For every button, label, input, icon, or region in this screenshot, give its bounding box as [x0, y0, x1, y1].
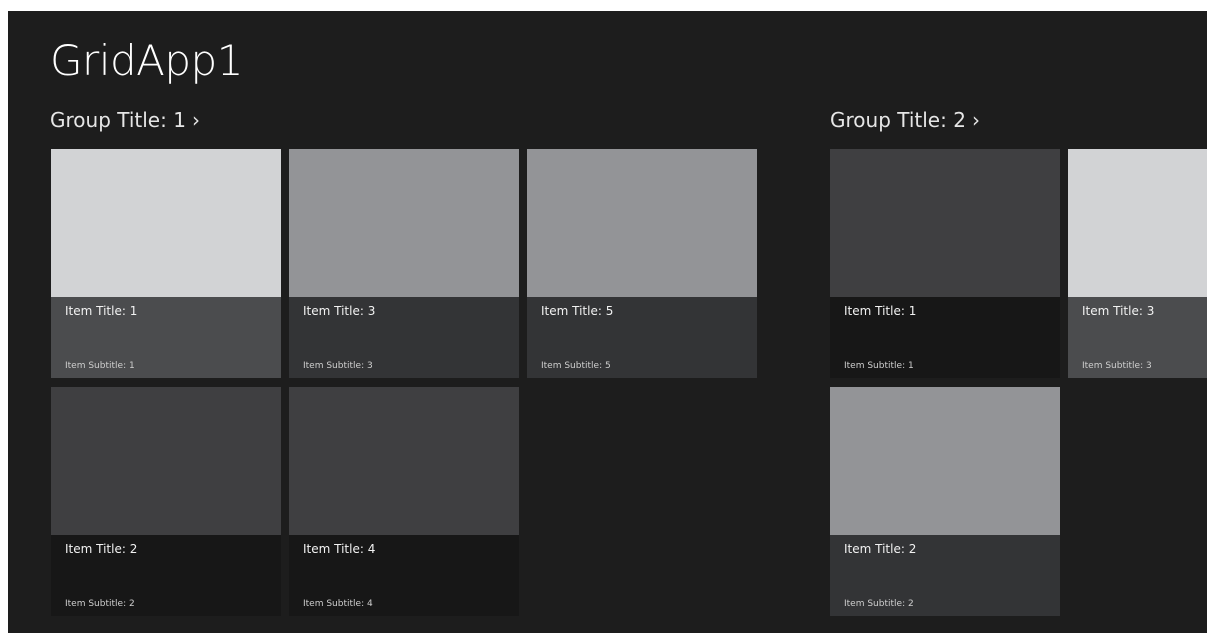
- item-image: [51, 387, 281, 535]
- item-image: [527, 149, 757, 297]
- item-tile-group1-item5[interactable]: Item Title: 5 Item Subtitle: 5: [527, 149, 757, 378]
- item-title: Item Title: 3: [303, 304, 376, 318]
- item-title: Item Title: 2: [844, 542, 917, 556]
- item-tile-group2-item2[interactable]: Item Title: 2 Item Subtitle: 2: [830, 387, 1060, 616]
- item-image: [830, 387, 1060, 535]
- chevron-right-icon: ›: [971, 108, 980, 132]
- item-title: Item Title: 4: [303, 542, 376, 556]
- item-subtitle: Item Subtitle: 3: [303, 361, 373, 371]
- item-tile-group1-item1[interactable]: Item Title: 1 Item Subtitle: 1: [51, 149, 281, 378]
- chevron-right-icon: ›: [191, 108, 200, 132]
- item-image: [289, 149, 519, 297]
- item-image: [1068, 149, 1207, 297]
- group-title: Group Title: 1: [50, 108, 186, 132]
- group-header-1[interactable]: Group Title: 1 ›: [50, 107, 200, 133]
- group-header-2[interactable]: Group Title: 2 ›: [830, 107, 980, 133]
- group-title: Group Title: 2: [830, 108, 966, 132]
- item-title: Item Title: 5: [541, 304, 614, 318]
- item-title: Item Title: 1: [844, 304, 917, 318]
- item-tile-group1-item3[interactable]: Item Title: 3 Item Subtitle: 3: [289, 149, 519, 378]
- item-subtitle: Item Subtitle: 2: [844, 599, 914, 609]
- item-title: Item Title: 1: [65, 304, 138, 318]
- app-window: GridApp1 Group Title: 1 › Item Title: 1 I…: [8, 11, 1207, 633]
- item-subtitle: Item Subtitle: 4: [303, 599, 373, 609]
- item-tile-group2-item3[interactable]: Item Title: 3 Item Subtitle: 3: [1068, 149, 1207, 378]
- item-subtitle: Item Subtitle: 1: [844, 361, 914, 371]
- item-title: Item Title: 2: [65, 542, 138, 556]
- page-title: GridApp1: [50, 36, 243, 85]
- item-image: [830, 149, 1060, 297]
- item-subtitle: Item Subtitle: 3: [1082, 361, 1152, 371]
- item-subtitle: Item Subtitle: 5: [541, 361, 611, 371]
- item-image: [51, 149, 281, 297]
- item-tile-group1-item4[interactable]: Item Title: 4 Item Subtitle: 4: [289, 387, 519, 616]
- item-subtitle: Item Subtitle: 2: [65, 599, 135, 609]
- item-tile-group1-item2[interactable]: Item Title: 2 Item Subtitle: 2: [51, 387, 281, 616]
- item-tile-group2-item1[interactable]: Item Title: 1 Item Subtitle: 1: [830, 149, 1060, 378]
- item-subtitle: Item Subtitle: 1: [65, 361, 135, 371]
- item-image: [289, 387, 519, 535]
- item-title: Item Title: 3: [1082, 304, 1155, 318]
